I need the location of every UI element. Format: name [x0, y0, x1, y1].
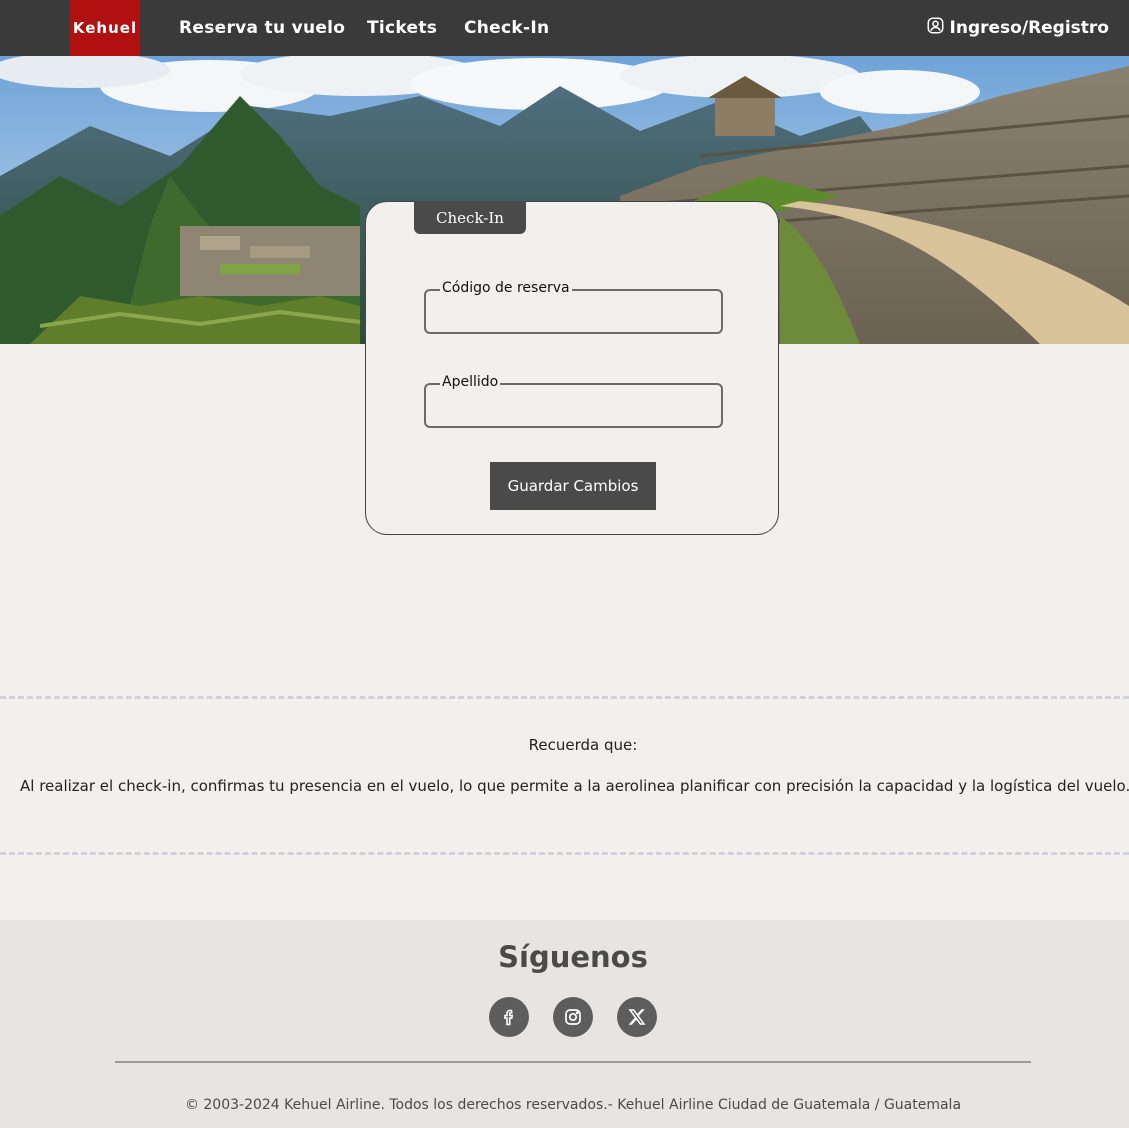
nav-link-tickets[interactable]: Tickets: [367, 0, 437, 56]
reservation-code-field[interactable]: Código de reserva: [424, 280, 723, 334]
info-text: Al realizar el check-in, confirmas tu pr…: [20, 777, 1129, 795]
checkin-tab[interactable]: Check-In: [414, 201, 526, 234]
login-register-link[interactable]: Ingreso/Registro: [927, 0, 1109, 56]
logo[interactable]: Kehuel: [70, 0, 140, 56]
last-name-field[interactable]: Apellido: [424, 374, 723, 428]
user-circle-icon: [927, 17, 944, 39]
x-twitter-icon[interactable]: [617, 997, 657, 1037]
info-title: Recuerda que:: [528, 736, 638, 754]
follow-title: Síguenos: [498, 940, 648, 974]
navbar: Kehuel Reserva tu vuelo Tickets Check-In…: [0, 0, 1129, 56]
instagram-icon[interactable]: [553, 997, 593, 1037]
reservation-code-input[interactable]: [434, 299, 716, 327]
facebook-icon[interactable]: [489, 997, 529, 1037]
nav-link-reserva[interactable]: Reserva tu vuelo: [179, 0, 345, 56]
copyright-text: © 2003-2024 Kehuel Airline. Todos los de…: [184, 1097, 962, 1113]
nav-link-checkin[interactable]: Check-In: [464, 0, 549, 56]
divider-top: [0, 696, 1129, 699]
last-name-label: Apellido: [440, 374, 501, 390]
checkin-card: Check-In Código de reserva Apellido Guar…: [365, 201, 779, 535]
save-button[interactable]: Guardar Cambios: [490, 462, 656, 510]
last-name-input[interactable]: [434, 393, 716, 421]
footer-divider: [115, 1061, 1031, 1063]
divider-bottom: [0, 852, 1129, 855]
login-register-label: Ingreso/Registro: [949, 18, 1109, 38]
reservation-code-label: Código de reserva: [440, 280, 572, 296]
